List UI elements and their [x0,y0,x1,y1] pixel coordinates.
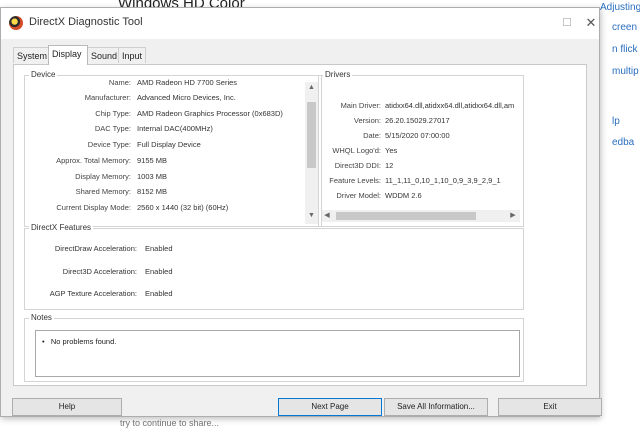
driver-value: 12 [385,161,394,170]
device-value: Full Display Device [137,140,201,149]
driver-value: atidxx64.dll,atidxx64.dll,atidxx64.dll,a… [385,101,515,110]
driver-label: Main Driver: [340,101,381,110]
device-value: 2560 x 1440 (32 bit) (60Hz) [137,203,229,212]
device-value: AMD Radeon Graphics Processor (0x683D) [137,109,283,118]
device-value: 8152 MB [137,187,168,196]
device-label: Manufacturer: [84,93,131,102]
feature-value: Enabled [145,267,173,276]
driver-label: Feature Levels: [329,176,381,185]
help-button[interactable]: Help [12,398,122,416]
device-vertical-scrollbar[interactable]: ▲ ▼ [305,82,318,224]
title-bar[interactable]: DirectX Diagnostic Tool ☐ ✕ [1,8,599,39]
device-label: DAC Type: [94,124,131,133]
driver-value: 11_1,11_0,10_1,10_0,9_3,9_2,9_1 [385,176,501,185]
scroll-down-icon[interactable]: ▼ [305,212,318,219]
driver-label: Driver Model: [336,191,381,200]
feature-label: AGP Texture Acceleration: [49,289,137,298]
exit-button[interactable]: Exit [498,398,602,416]
background-links: Adjusting font si creen n flick multip l… [600,0,640,180]
note-item: • No problems found. [42,337,117,346]
feature-label: Direct3D Acceleration: [62,267,137,276]
directx-features-group: DirectX Features DirectDraw Acceleration… [24,223,524,310]
maximize-icon[interactable]: ☐ [557,14,577,32]
notes-group-title: Notes [29,313,54,322]
background-link[interactable]: lp [612,116,620,127]
features-group-title: DirectX Features [29,223,94,232]
tab-display[interactable]: Display [48,45,88,65]
scrollbar-thumb[interactable] [307,102,316,168]
tab-system[interactable]: System [13,47,49,63]
dxdiag-window: DirectX Diagnostic Tool ☐ ✕ System Displ… [0,7,600,417]
notes-group: Notes • No problems found. [24,313,524,382]
background-link[interactable]: Adjusting font si [600,2,640,13]
device-label: Approx. Total Memory: [56,156,131,165]
tab-sound[interactable]: Sound [87,47,119,63]
device-label: Current Display Mode: [56,203,131,212]
drivers-group-title: Drivers [323,70,353,79]
device-label: Shared Memory: [75,187,131,196]
device-label: Display Memory: [75,172,131,181]
driver-label: Direct3D DDI: [334,161,381,170]
device-label: Chip Type: [95,109,131,118]
feature-value: Enabled [145,289,173,298]
device-group: Device Name: AMD Radeon HD 7700 Series M… [24,70,322,227]
feature-value: Enabled [145,244,173,253]
note-text: No problems found. [50,337,117,346]
driver-value: 26.20.15029.27017 [385,116,450,125]
scroll-right-icon[interactable]: ▶ [508,211,518,219]
next-page-button[interactable]: Next Page [278,398,382,416]
driver-value: Yes [385,146,398,155]
background-link[interactable]: creen [612,22,637,33]
window-title: DirectX Diagnostic Tool [29,16,143,28]
device-value: 9155 MB [137,156,168,165]
scrollbar-thumb[interactable] [336,212,476,220]
drivers-horizontal-scrollbar[interactable]: ◀ ▶ [322,210,520,222]
device-value: AMD Radeon HD 7700 Series [137,78,238,87]
driver-label: Date: [363,131,381,140]
save-all-information-button[interactable]: Save All Information... [384,398,488,416]
display-panel: Device Name: AMD Radeon HD 7700 Series M… [13,64,587,386]
feature-label: DirectDraw Acceleration: [54,244,137,253]
device-value: Internal DAC(400MHz) [137,124,213,133]
device-label: Device Type: [87,140,131,149]
drivers-group: Drivers Main Driver: atidxx64.dll,atidxx… [318,70,524,227]
device-value: Advanced Micro Devices, Inc. [137,93,236,102]
driver-value: WDDM 2.6 [385,191,422,200]
tab-input[interactable]: Input [118,47,146,63]
background-bottom-text: try to continue to share... [120,418,220,428]
driver-value: 5/15/2020 07:00:00 [385,131,450,140]
scroll-up-icon[interactable]: ▲ [305,84,318,91]
scroll-left-icon[interactable]: ◀ [322,211,332,219]
dxdiag-app-icon [9,16,23,30]
notes-box[interactable]: • No problems found. [35,330,520,377]
driver-label: Version: [353,116,381,125]
device-label: Name: [108,78,131,87]
background-link[interactable]: multip [612,66,639,77]
background-link[interactable]: n flick [612,44,638,55]
device-value: 1003 MB [137,172,168,181]
driver-label: WHQL Logo'd: [332,146,381,155]
close-icon[interactable]: ✕ [581,14,601,32]
background-link[interactable]: edba [612,137,634,148]
